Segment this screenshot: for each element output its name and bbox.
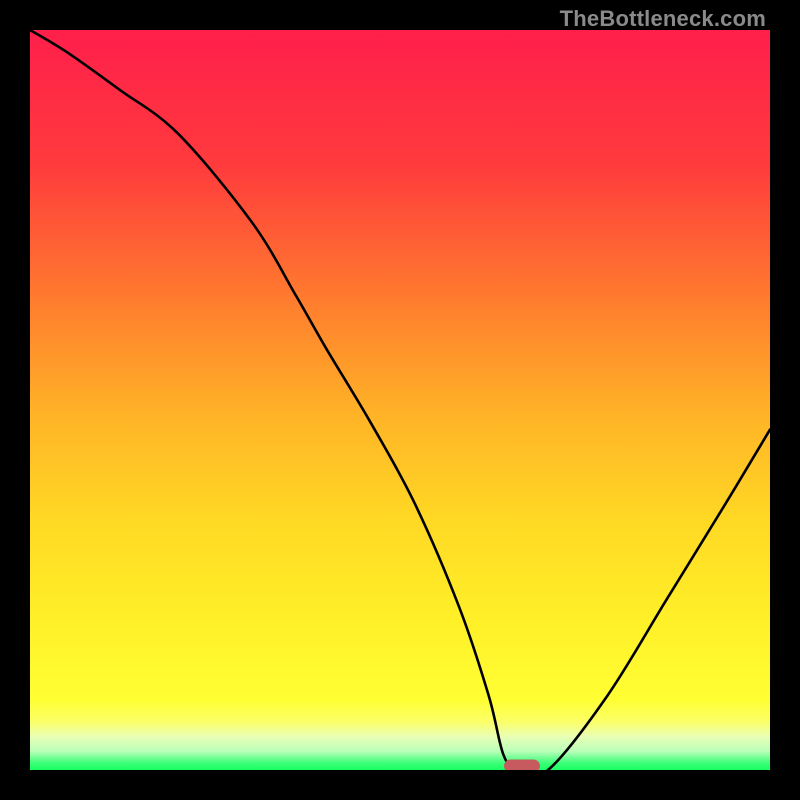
plot-area [30, 30, 770, 770]
watermark-text: TheBottleneck.com [560, 6, 766, 32]
plot-svg [30, 30, 770, 770]
chart-stage: TheBottleneck.com [0, 0, 800, 800]
optimal-marker [504, 759, 540, 770]
gradient-background [30, 30, 770, 770]
